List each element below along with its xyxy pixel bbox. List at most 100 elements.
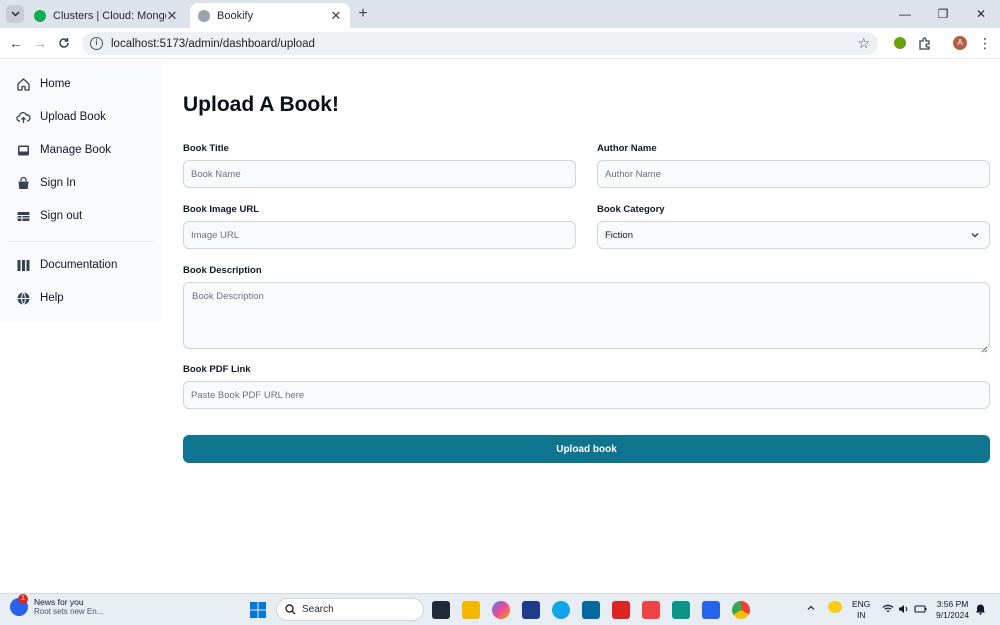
news-subtitle: Root sets new En... bbox=[34, 607, 104, 616]
file-explorer-icon[interactable] bbox=[462, 601, 480, 619]
clock[interactable]: 3:56 PM 9/1/2024 bbox=[936, 599, 969, 621]
browser-toolbar: ← → i localhost:5173/admin/dashboard/upl… bbox=[0, 28, 1000, 59]
table-icon bbox=[15, 208, 31, 224]
upload-book-button[interactable]: Upload book bbox=[183, 435, 990, 463]
book-pdf-link-label: Book PDF Link bbox=[183, 364, 251, 375]
extension-green-icon[interactable] bbox=[891, 34, 909, 52]
sidebar-item-label: Sign out bbox=[40, 210, 83, 222]
language-code: ENG bbox=[852, 599, 871, 609]
search-icon bbox=[285, 604, 296, 615]
notification-bell-icon[interactable] bbox=[975, 603, 986, 618]
tab-list-button[interactable] bbox=[6, 5, 24, 23]
book-category-select[interactable]: Fiction bbox=[597, 221, 990, 249]
profile-avatar[interactable]: A bbox=[951, 34, 969, 52]
windows-taskbar: 1 News for you Root sets new En... Searc… bbox=[0, 593, 1000, 625]
tab-mongodb[interactable]: Clusters | Cloud: MongoDB Clo ✕ bbox=[26, 3, 186, 28]
news-title: News for you bbox=[34, 597, 84, 607]
book-category-label: Book Category bbox=[597, 204, 665, 215]
sidebar-item-label: Sign In bbox=[40, 177, 76, 189]
window-controls: — ❐ ✕ bbox=[886, 0, 1000, 28]
outlook-icon[interactable] bbox=[582, 601, 600, 619]
tab-close-icon[interactable]: ✕ bbox=[330, 8, 342, 24]
home-icon bbox=[15, 76, 31, 92]
chevron-up-icon[interactable] bbox=[806, 603, 816, 616]
tab-close-icon[interactable]: ✕ bbox=[166, 8, 178, 24]
book-description-label: Book Description bbox=[183, 265, 262, 276]
clock-date: 9/1/2024 bbox=[936, 610, 970, 620]
cloud-upload-icon bbox=[15, 109, 31, 125]
app-icon[interactable] bbox=[672, 601, 690, 619]
language-indicator[interactable]: ENG IN bbox=[852, 599, 870, 621]
sidebar-item-sign-out[interactable]: Sign out bbox=[8, 201, 153, 231]
chrome-icon[interactable] bbox=[732, 601, 750, 619]
close-window-icon[interactable]: ✕ bbox=[962, 0, 1000, 28]
columns-icon bbox=[15, 257, 31, 273]
clock-time: 3:56 PM bbox=[936, 599, 969, 609]
copilot-icon[interactable] bbox=[492, 601, 510, 619]
sidebar-item-label: Manage Book bbox=[40, 144, 111, 156]
main-content: Upload A Book! Book Title Author Name Bo… bbox=[161, 60, 1000, 590]
vscode-icon[interactable] bbox=[702, 601, 720, 619]
page-title: Upload A Book! bbox=[183, 93, 339, 116]
tab-title: Clusters | Cloud: MongoDB Clo bbox=[53, 9, 166, 22]
tab-title: Bookify bbox=[217, 9, 254, 22]
book-pdf-link-input[interactable] bbox=[183, 381, 990, 409]
author-name-input[interactable] bbox=[597, 160, 990, 188]
chevron-down-icon bbox=[970, 230, 980, 243]
sidebar-item-documentation[interactable]: Documentation bbox=[8, 250, 153, 280]
book-title-label: Book Title bbox=[183, 143, 229, 154]
sidebar-item-home[interactable]: Home bbox=[8, 69, 153, 99]
shopping-bag-icon bbox=[15, 175, 31, 191]
sidebar-item-label: Documentation bbox=[40, 259, 118, 271]
book-image-url-input[interactable] bbox=[183, 221, 576, 249]
taskbar-search[interactable]: Search bbox=[276, 598, 424, 621]
windows-start-icon[interactable] bbox=[249, 601, 267, 619]
site-info-icon[interactable]: i bbox=[90, 37, 103, 50]
sidebar-item-sign-in[interactable]: Sign In bbox=[8, 168, 153, 198]
reload-icon[interactable] bbox=[54, 33, 74, 53]
browser-tabbar: Clusters | Cloud: MongoDB Clo ✕ Bookify … bbox=[0, 0, 1000, 28]
extensions-puzzle-icon[interactable] bbox=[915, 34, 933, 52]
sidebar-item-manage-book[interactable]: Manage Book bbox=[8, 135, 153, 165]
resize-handle-icon[interactable] bbox=[981, 340, 988, 353]
battery-icon[interactable] bbox=[914, 604, 927, 617]
forward-arrow-icon[interactable]: → bbox=[30, 33, 50, 53]
weather-tray-icon[interactable] bbox=[828, 601, 842, 613]
tab-bookify[interactable]: Bookify ✕ bbox=[190, 3, 350, 28]
youtube-icon[interactable] bbox=[642, 601, 660, 619]
edge-browser-icon[interactable] bbox=[552, 601, 570, 619]
task-view-icon[interactable] bbox=[432, 601, 450, 619]
news-widget[interactable]: 1 News for you Root sets new En... bbox=[10, 593, 104, 616]
sidebar-divider bbox=[8, 241, 153, 242]
back-arrow-icon[interactable]: ← bbox=[6, 33, 26, 53]
book-description-textarea[interactable] bbox=[183, 282, 990, 349]
url-text: localhost:5173/admin/dashboard/upload bbox=[111, 37, 315, 50]
book-title-input[interactable] bbox=[183, 160, 576, 188]
mcafee-icon[interactable] bbox=[612, 601, 630, 619]
sidebar-item-label: Upload Book bbox=[40, 111, 106, 123]
author-name-label: Author Name bbox=[597, 143, 657, 154]
sidebar: Home Upload Book Manage Book Sign In Sig… bbox=[0, 60, 161, 322]
search-label: Search bbox=[302, 604, 334, 615]
sidebar-item-upload-book[interactable]: Upload Book bbox=[8, 102, 153, 132]
notification-badge: 1 bbox=[18, 593, 28, 604]
restore-icon[interactable]: ❐ bbox=[924, 0, 962, 28]
sidebar-item-label: Help bbox=[40, 292, 64, 304]
book-category-value: Fiction bbox=[605, 229, 633, 241]
browser-menu-icon[interactable]: ⋮ bbox=[976, 34, 994, 52]
minimize-icon[interactable]: — bbox=[886, 0, 924, 28]
address-bar[interactable]: i localhost:5173/admin/dashboard/upload … bbox=[82, 32, 878, 55]
volume-icon[interactable] bbox=[898, 604, 910, 617]
weather-widget-icon: 1 bbox=[10, 593, 28, 616]
bookmark-star-icon[interactable]: ☆ bbox=[857, 35, 870, 52]
mongodb-favicon-icon bbox=[34, 9, 46, 22]
wifi-icon[interactable] bbox=[882, 604, 894, 617]
region-code: IN bbox=[856, 610, 866, 620]
sidebar-item-help[interactable]: Help bbox=[8, 283, 153, 313]
new-tab-button[interactable]: + bbox=[354, 5, 372, 23]
book-image-url-label: Book Image URL bbox=[183, 204, 260, 215]
inbox-icon bbox=[15, 142, 31, 158]
globe-favicon-icon bbox=[198, 9, 210, 22]
microsoft-store-icon[interactable] bbox=[522, 601, 540, 619]
globe-icon bbox=[15, 290, 31, 306]
